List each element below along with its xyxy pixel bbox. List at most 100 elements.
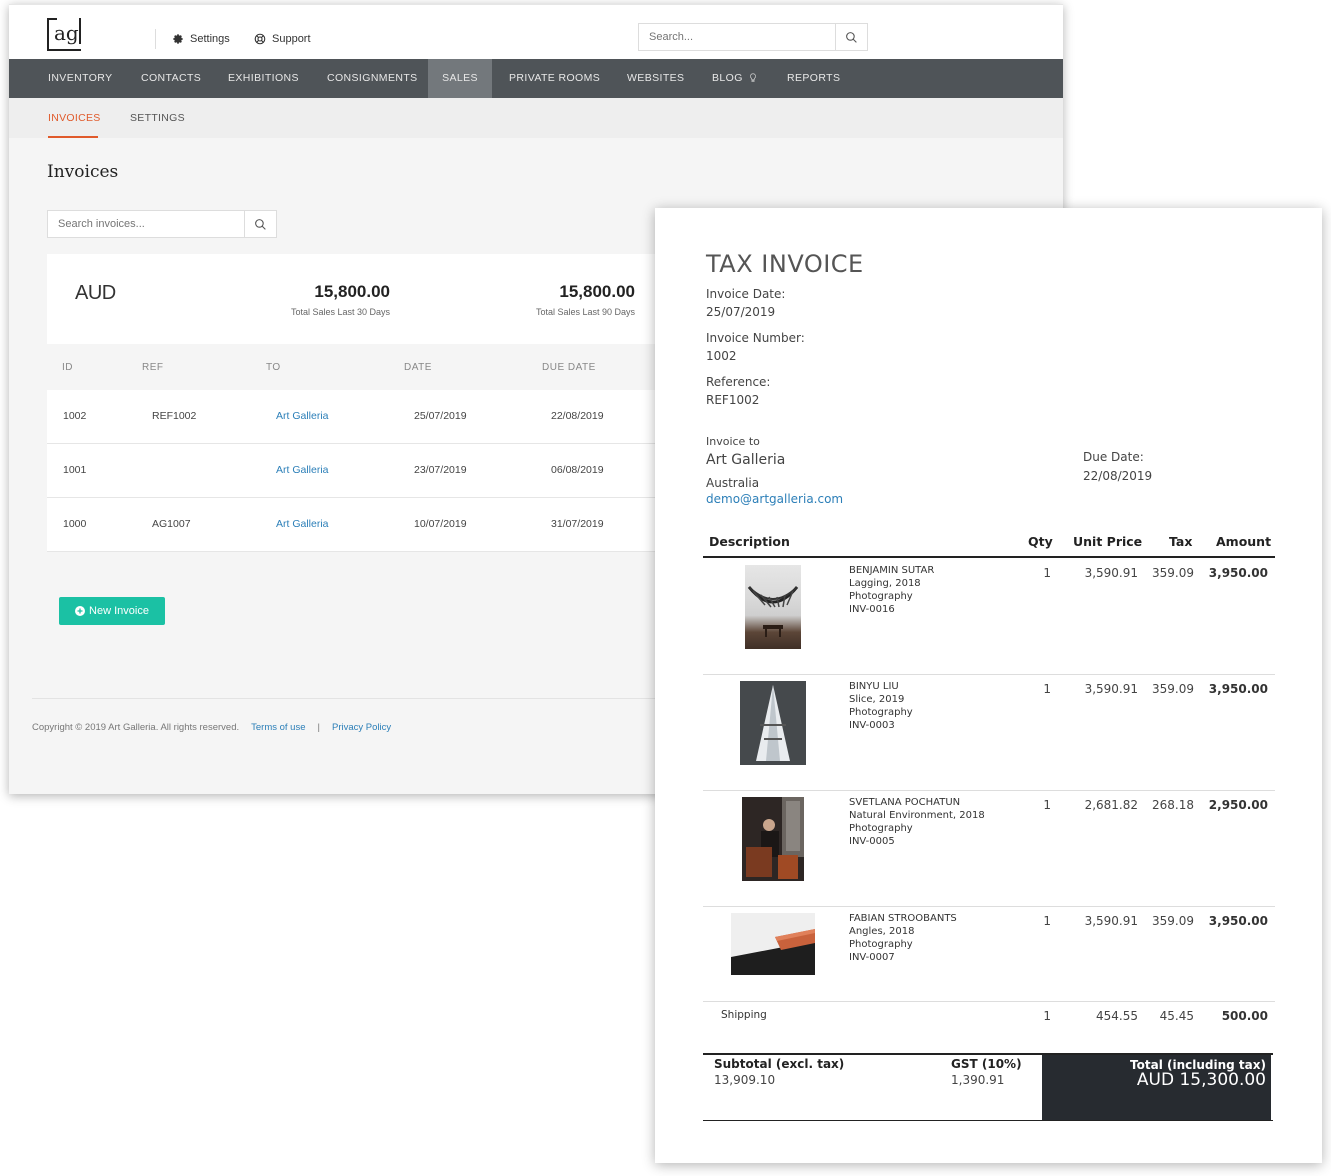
cell-due: 06/08/2019 <box>551 464 604 476</box>
table-header: ID REF TO DATE DUE DATE <box>47 344 667 390</box>
cell-to-link[interactable]: Art Galleria <box>276 518 329 530</box>
item-amount: 3,950.00 <box>1208 566 1268 580</box>
settings-link[interactable]: Settings <box>172 33 230 45</box>
cell-id: 1000 <box>63 518 87 530</box>
col-ref[interactable]: REF <box>142 362 164 373</box>
brand-logo[interactable]: ag <box>47 18 81 51</box>
cell-to-link[interactable]: Art Galleria <box>276 464 329 476</box>
copyright-text: Copyright © 2019 Art Galleria. All right… <box>32 722 240 733</box>
item-artist: BINYU LIU <box>849 681 899 692</box>
global-search-button[interactable] <box>835 24 867 50</box>
invoice-search-button[interactable] <box>244 211 276 237</box>
divider <box>155 29 156 49</box>
item-unit-price: 3,590.91 <box>1084 566 1138 580</box>
new-invoice-button[interactable]: New Invoice <box>59 597 165 625</box>
nav-websites[interactable]: WEBSITES <box>617 59 694 98</box>
gst-label: GST (10%) <box>951 1057 1022 1071</box>
due-date-label: Due Date: <box>1083 450 1144 464</box>
support-link[interactable]: Support <box>254 33 311 45</box>
artwork-thumbnail <box>742 797 804 881</box>
col-due-date[interactable]: DUE DATE <box>542 362 596 373</box>
shipping-label: Shipping <box>721 1009 767 1021</box>
main-nav: INVENTORY CONTACTS EXHIBITIONS CONSIGNME… <box>9 59 1063 98</box>
col-qty: Qty <box>1028 534 1053 549</box>
stat-30-days: 15,800.00 Total Sales Last 30 Days <box>291 282 390 317</box>
terms-link[interactable]: Terms of use <box>251 722 305 733</box>
shipping-qty: 1 <box>1043 1009 1051 1023</box>
table-row[interactable]: 1001 Art Galleria 23/07/2019 06/08/2019 <box>47 444 667 498</box>
nav-consignments[interactable]: CONSIGNMENTS <box>317 59 428 98</box>
shipping-amount: 500.00 <box>1221 1009 1268 1023</box>
nav-blog-label: BLOG <box>712 72 743 84</box>
item-description: FABIAN STROOBANTS Angles, 2018 Photograp… <box>849 912 957 964</box>
item-description: BENJAMIN SUTAR Lagging, 2018 Photography… <box>849 564 934 616</box>
item-tax: 359.09 <box>1152 914 1194 928</box>
item-tax: 359.09 <box>1152 566 1194 580</box>
cell-to-link[interactable]: Art Galleria <box>276 410 329 422</box>
nav-blog[interactable]: BLOG <box>702 59 767 98</box>
col-id[interactable]: ID <box>62 362 73 373</box>
line-item: BENJAMIN SUTAR Lagging, 2018 Photography… <box>703 558 1275 675</box>
nav-inventory[interactable]: INVENTORY <box>38 59 122 98</box>
cell-due: 22/08/2019 <box>551 410 604 422</box>
plus-circle-icon <box>75 606 86 616</box>
cell-ref: REF1002 <box>152 410 197 422</box>
cell-due: 31/07/2019 <box>551 518 604 530</box>
subtotal-label: Subtotal (excl. tax) <box>714 1057 845 1071</box>
stat-90-label: Total Sales Last 90 Days <box>535 307 635 317</box>
nav-sales[interactable]: SALES <box>428 59 492 98</box>
invoice-search-input[interactable] <box>48 211 245 237</box>
item-artist: SVETLANA POCHATUN <box>849 797 961 808</box>
tab-invoices[interactable]: INVOICES <box>48 112 101 124</box>
tab-settings[interactable]: SETTINGS <box>130 112 185 124</box>
artwork-thumbnail <box>740 681 806 765</box>
gst-value: 1,390.91 <box>951 1073 1005 1087</box>
item-medium: Photography <box>849 591 913 602</box>
cell-id: 1001 <box>63 464 87 476</box>
footer-separator: | <box>317 722 320 733</box>
nav-reports[interactable]: REPORTS <box>777 59 850 98</box>
total-value: AUD 15,300.00 <box>1136 1070 1266 1090</box>
col-to[interactable]: TO <box>266 362 281 373</box>
shipping-tax: 45.45 <box>1159 1009 1194 1023</box>
invoice-number-label: Invoice Number: <box>706 331 805 345</box>
item-code: INV-0005 <box>849 836 895 847</box>
nav-contacts[interactable]: CONTACTS <box>131 59 211 98</box>
item-medium: Photography <box>849 823 913 834</box>
item-unit-price: 3,590.91 <box>1084 682 1138 696</box>
col-unit-price: Unit Price <box>1073 534 1143 549</box>
lightbulb-icon <box>750 73 756 83</box>
nav-private-rooms[interactable]: PRIVATE ROOMS <box>499 59 610 98</box>
shipping-unit-price: 454.55 <box>1096 1009 1138 1023</box>
item-description: SVETLANA POCHATUN Natural Environment, 2… <box>849 796 985 848</box>
hammock-artwork-image <box>747 586 799 637</box>
invoice-number-value: 1002 <box>706 349 737 363</box>
total-box: Total (including tax) AUD 15,300.00 <box>1042 1055 1271 1120</box>
search-icon <box>845 31 857 43</box>
invoice-date-label: Invoice Date: <box>706 287 786 301</box>
nav-exhibitions[interactable]: EXHIBITIONS <box>218 59 309 98</box>
item-medium: Photography <box>849 939 913 950</box>
item-amount: 3,950.00 <box>1208 914 1268 928</box>
item-unit-price: 2,681.82 <box>1084 798 1138 812</box>
natural-environment-artwork-image <box>742 797 804 881</box>
table-row[interactable]: 1002 REF1002 Art Galleria 25/07/2019 22/… <box>47 390 667 444</box>
angles-artwork-image <box>731 913 815 975</box>
item-artist: FABIAN STROOBANTS <box>849 913 957 924</box>
support-label: Support <box>272 33 311 45</box>
line-item: SVETLANA POCHATUN Natural Environment, 2… <box>703 790 1275 907</box>
slice-artwork-image <box>740 681 806 765</box>
invoice-to-email[interactable]: demo@artgalleria.com <box>706 492 843 506</box>
privacy-link[interactable]: Privacy Policy <box>332 722 391 733</box>
search-icon <box>254 218 266 230</box>
global-search-input[interactable] <box>639 24 836 50</box>
footer: Copyright © 2019 Art Galleria. All right… <box>32 722 391 733</box>
table-row[interactable]: 1000 AG1007 Art Galleria 10/07/2019 31/0… <box>47 498 667 552</box>
col-date[interactable]: DATE <box>404 362 432 373</box>
invoices-table: ID REF TO DATE DUE DATE 1002 REF1002 Art… <box>47 344 667 552</box>
item-code: INV-0003 <box>849 720 895 731</box>
page-title: Invoices <box>47 162 119 182</box>
stat-30-label: Total Sales Last 30 Days <box>290 307 390 317</box>
totals-bottom-rule <box>703 1120 1273 1121</box>
sales-summary: AUD 15,800.00 Total Sales Last 30 Days 1… <box>47 254 667 344</box>
